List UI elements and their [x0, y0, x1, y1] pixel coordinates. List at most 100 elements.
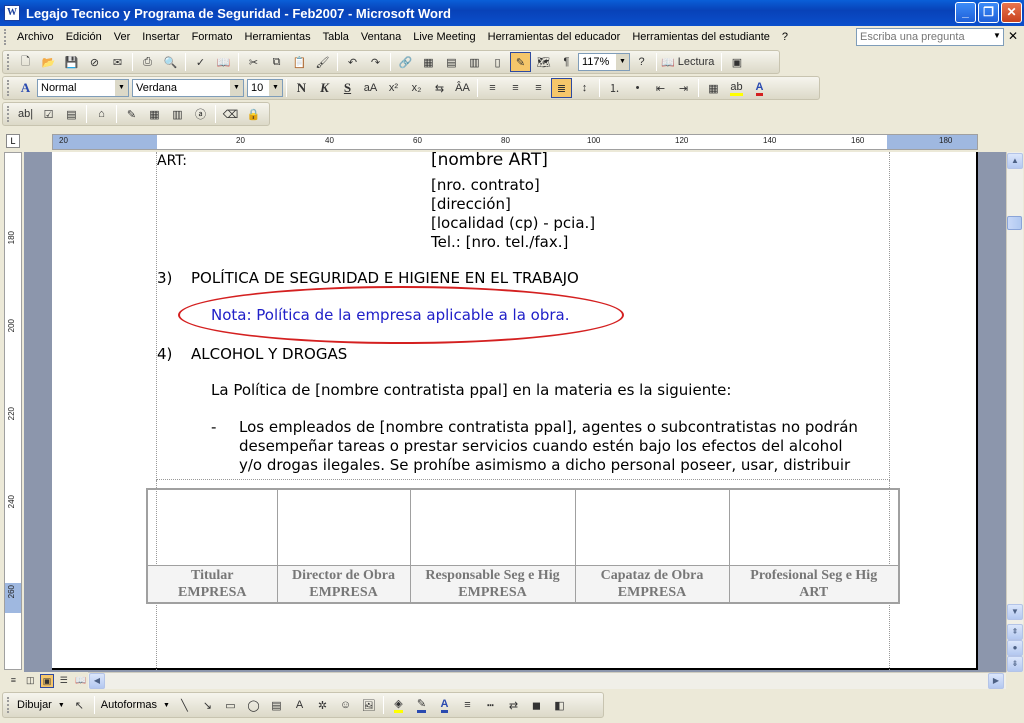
tables-borders-icon[interactable]: ▦ [418, 52, 439, 72]
change-case-icon[interactable]: aA [360, 78, 381, 98]
checkbox-form-field-icon[interactable]: ☑ [38, 104, 59, 124]
vertical-scrollbar[interactable] [1006, 152, 1023, 672]
menu-insertar[interactable]: Insertar [136, 26, 185, 48]
vertical-scroll-thumb[interactable] [1007, 216, 1022, 230]
decrease-indent-icon[interactable]: ⇤ [650, 78, 671, 98]
distributed-icon[interactable]: ÂA [452, 78, 473, 98]
dropdown-form-field-icon[interactable]: ▤ [61, 104, 82, 124]
text-box-icon[interactable]: ▤ [266, 695, 287, 715]
hyperlink-icon[interactable]: 🔗 [395, 52, 416, 72]
scroll-down-icon[interactable]: ▼ [1007, 604, 1023, 620]
permission-icon[interactable]: ⊘ [84, 52, 105, 72]
menu-tabla[interactable]: Tabla [317, 26, 355, 48]
menu-live-meeting[interactable]: Live Meeting [407, 26, 481, 48]
signature-cell[interactable] [728, 488, 900, 566]
insert-frame-icon[interactable]: ▥ [167, 104, 188, 124]
scroll-left-icon[interactable]: ◀ [89, 673, 105, 689]
outline-view-icon[interactable]: ☰ [56, 674, 71, 688]
role-cell[interactable]: Director de Obra EMPRESA [276, 564, 411, 604]
role-cell[interactable]: Responsable Seg e Hig EMPRESA [409, 564, 576, 604]
horizontal-ruler[interactable]: 20 20 40 60 80 100 120 140 160 180 [52, 134, 978, 150]
justify-icon[interactable]: ≣ [551, 78, 572, 98]
minimize-button[interactable]: _ [955, 2, 976, 23]
help-icon[interactable]: ? [631, 52, 652, 72]
save-icon[interactable]: 💾 [61, 52, 82, 72]
menu-herramientas[interactable]: Herramientas [239, 26, 317, 48]
menu-ventana[interactable]: Ventana [355, 26, 407, 48]
bold-button[interactable]: N [291, 78, 312, 98]
toolbar-grip[interactable] [7, 106, 10, 122]
align-left-icon[interactable]: ≡ [482, 78, 503, 98]
reset-form-fields-icon[interactable]: ⌫ [220, 104, 241, 124]
drawing-font-color-icon[interactable]: A [434, 695, 455, 715]
horizontal-scrollbar[interactable] [88, 672, 1006, 689]
subscript-icon[interactable]: x₂ [406, 78, 427, 98]
font-size-select[interactable]: 10 ▼ [247, 79, 283, 97]
styles-formatting-icon[interactable]: A [15, 78, 36, 98]
vertical-ruler[interactable]: 180 200 220 240 260 [4, 152, 22, 670]
role-cell[interactable]: Titular EMPRESA [146, 564, 278, 604]
role-cell[interactable]: Capataz de Obra EMPRESA [574, 564, 730, 604]
normal-view-icon[interactable]: ≡ [6, 674, 21, 688]
next-page-icon[interactable]: ⇟ [1007, 656, 1023, 672]
arrow-style-icon[interactable]: ⇄ [503, 695, 524, 715]
picture-icon[interactable]: 🖼 [358, 695, 379, 715]
signature-cell[interactable] [409, 488, 576, 566]
reading-view-icon[interactable]: 📖 [73, 674, 88, 688]
menu-archivo[interactable]: Archivo [11, 26, 60, 48]
new-document-icon[interactable]: 🗋 [15, 52, 36, 72]
italic-button[interactable]: K [314, 78, 335, 98]
menu-herramientas-estudiante[interactable]: Herramientas del estudiante [626, 26, 776, 48]
form-field-options-icon[interactable]: ⌂ [91, 104, 112, 124]
bullets-icon[interactable]: • [627, 78, 648, 98]
spelling-icon[interactable]: ✓ [190, 52, 211, 72]
oval-icon[interactable]: ◯ [243, 695, 264, 715]
scroll-right-icon[interactable]: ▶ [988, 673, 1004, 689]
copy-icon[interactable]: ⧉ [266, 52, 287, 72]
align-center-icon[interactable]: ≡ [505, 78, 526, 98]
menu-ver[interactable]: Ver [108, 26, 137, 48]
close-button[interactable]: ✕ [1001, 2, 1022, 23]
web-view-icon[interactable]: ◫ [23, 674, 38, 688]
menu-formato[interactable]: Formato [186, 26, 239, 48]
line-icon[interactable]: ╲ [174, 695, 195, 715]
help-search-input[interactable]: Escriba una pregunta [856, 28, 1004, 46]
close-document-button[interactable]: ✕ [1008, 29, 1018, 43]
rectangle-icon[interactable]: ▭ [220, 695, 241, 715]
print-layout-icon[interactable]: ▣ [39, 673, 55, 688]
increase-indent-icon[interactable]: ⇥ [673, 78, 694, 98]
insert-table-icon[interactable]: ▤ [441, 52, 462, 72]
research-icon[interactable]: 📖 [213, 52, 234, 72]
superscript-icon[interactable]: x² [383, 78, 404, 98]
tab-selector[interactable]: L [6, 134, 20, 148]
open-folder-icon[interactable]: 📂 [38, 52, 59, 72]
text-form-field-icon[interactable]: ab| [15, 104, 36, 124]
numbering-icon[interactable]: ⒈ [604, 78, 625, 98]
autoshapes-menu-button[interactable]: Autoformas [98, 699, 160, 711]
toolbar-grip[interactable] [7, 80, 10, 96]
wordart-icon[interactable]: A [289, 695, 310, 715]
fill-color-icon[interactable]: ◈ [388, 695, 409, 715]
redo-icon[interactable]: ↷ [365, 52, 386, 72]
restore-button[interactable]: ❐ [978, 2, 999, 23]
style-select[interactable]: Normal ▼ [37, 79, 129, 97]
menu-edicion[interactable]: Edición [60, 26, 108, 48]
zoom-select[interactable]: 117% ▼ [578, 53, 630, 71]
arrow-icon[interactable]: ↘ [197, 695, 218, 715]
browse-object-icon[interactable]: ● [1007, 640, 1023, 656]
undo-icon[interactable]: ↶ [342, 52, 363, 72]
toolbar-grip[interactable] [7, 54, 10, 70]
align-right-icon[interactable]: ≡ [528, 78, 549, 98]
show-hide-icon[interactable]: ¶ [556, 52, 577, 72]
highlight-icon[interactable]: ab [726, 78, 747, 98]
scroll-up-icon[interactable]: ▲ [1007, 153, 1023, 169]
toolbar-grip[interactable] [7, 697, 10, 713]
character-scale-icon[interactable]: ⇆ [429, 78, 450, 98]
print-preview-icon[interactable]: 🔍 [160, 52, 181, 72]
line-style-icon[interactable]: ≡ [457, 695, 478, 715]
clip-art-icon[interactable]: ☺ [335, 695, 356, 715]
insert-excel-icon[interactable]: ▥ [464, 52, 485, 72]
document-map-icon[interactable]: 🗺 [533, 52, 554, 72]
columns-icon[interactable]: ▯ [487, 52, 508, 72]
3d-style-icon[interactable]: ◧ [549, 695, 570, 715]
